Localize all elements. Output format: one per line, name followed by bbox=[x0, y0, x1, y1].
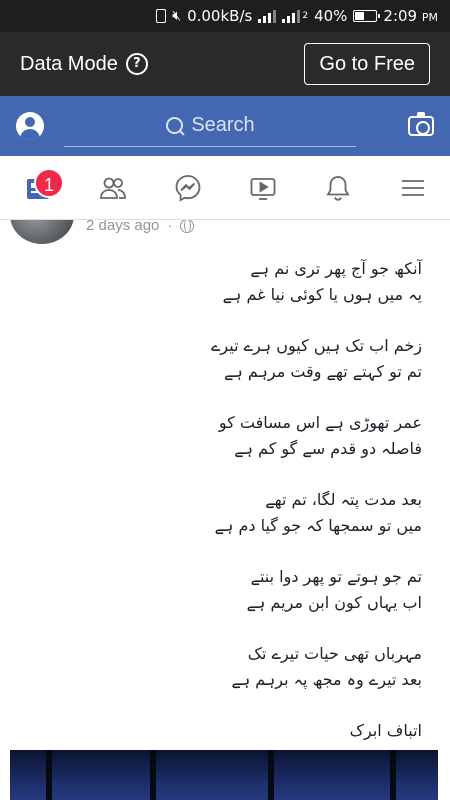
post-meta: 2 days ago · bbox=[86, 220, 195, 234]
search-icon bbox=[165, 116, 185, 136]
meta-separator: · bbox=[167, 220, 173, 234]
tab-friends[interactable] bbox=[75, 156, 150, 219]
search-bar: Search bbox=[0, 96, 450, 156]
network-speed: 0.00kB/s bbox=[187, 7, 253, 25]
battery-percent: 40% bbox=[314, 7, 348, 25]
poem-line: بعد مدت پتہ لگا، تم تھے bbox=[265, 490, 422, 509]
stanza: بعد مدت پتہ لگا، تم تھے میں تو سمجھا کہ … bbox=[211, 487, 422, 539]
poem-line: فاصلہ دو قدم سے گو کم ہے bbox=[234, 439, 422, 458]
watch-icon bbox=[250, 177, 275, 200]
clock: 2:09 PM bbox=[383, 7, 438, 25]
search-input[interactable]: Search bbox=[64, 105, 356, 147]
stanza: مہرباں تھی حیات تیرے تک بعد تیرے وہ مجھ … bbox=[211, 641, 422, 693]
tab-messenger[interactable] bbox=[150, 156, 225, 219]
poem-line: اب یہاں کون ابن مریم ہے bbox=[246, 593, 422, 612]
poem-line: بعد تیرے وہ مجھ پہ برہم ہے bbox=[231, 670, 422, 689]
search-placeholder: Search bbox=[191, 114, 255, 136]
stanza: آنکھ جو آج پھر تری نم ہے یہ میں ہوں یا ک… bbox=[211, 256, 422, 308]
mute-icon: 🔇︎ bbox=[172, 8, 182, 24]
status-bar: 🔇︎ 0.00kB/s 2 40% 2:09 PM bbox=[0, 0, 450, 32]
tab-watch[interactable] bbox=[225, 156, 300, 219]
tab-menu[interactable] bbox=[375, 156, 450, 219]
sim-label: 2 bbox=[302, 11, 309, 21]
signal-icon-2 bbox=[282, 9, 301, 23]
poem-line: آنکھ جو آج پھر تری نم ہے bbox=[250, 259, 422, 278]
nav-tabs: 1 bbox=[0, 156, 450, 220]
post: 2 days ago · آنکھ جو آج پھر تری نم ہے یہ… bbox=[0, 220, 450, 800]
friends-icon bbox=[99, 177, 126, 199]
post-image[interactable] bbox=[10, 750, 438, 800]
bell-icon bbox=[325, 175, 350, 201]
stanza: عمر تھوڑی ہے اس مسافت کو فاصلہ دو قدم سے… bbox=[211, 410, 422, 462]
poet-name: اتباف ابرک bbox=[349, 721, 422, 740]
post-author-avatar[interactable] bbox=[10, 220, 74, 244]
poem-line: یہ میں ہوں یا کوئی نیا غم ہے bbox=[222, 285, 422, 304]
data-mode-bar: Data Mode ? Go to Free bbox=[0, 32, 450, 96]
poem-line: تم جو ہوتے تو پھر دوا بنتے bbox=[250, 567, 422, 586]
data-mode-title: Data Mode bbox=[20, 52, 118, 75]
poem-line: مہرباں تھی حیات تیرے تک bbox=[247, 644, 422, 663]
battery-icon bbox=[353, 10, 381, 22]
post-timestamp[interactable]: 2 days ago bbox=[86, 220, 159, 234]
camera-icon[interactable] bbox=[408, 112, 434, 136]
vibrate-icon bbox=[156, 9, 167, 23]
menu-icon bbox=[401, 179, 424, 196]
profile-icon[interactable] bbox=[16, 112, 44, 140]
poem-text: آنکھ جو آج پھر تری نم ہے یہ میں ہوں یا ک… bbox=[211, 256, 422, 744]
poem-line: تم تو کہتے تھے وقت مرہم ہے bbox=[224, 362, 422, 381]
tab-notifications[interactable] bbox=[300, 156, 375, 219]
messenger-icon bbox=[175, 174, 200, 202]
go-to-free-button[interactable]: Go to Free bbox=[304, 43, 430, 85]
signal-icon bbox=[258, 9, 277, 23]
tab-news-feed[interactable]: 1 bbox=[0, 156, 75, 219]
poem-line: عمر تھوڑی ہے اس مسافت کو bbox=[218, 413, 422, 432]
help-icon[interactable]: ? bbox=[125, 53, 148, 75]
globe-icon bbox=[180, 220, 195, 233]
poem-line: میں تو سمجھا کہ جو گیا دم ہے bbox=[214, 516, 422, 535]
stanza: زخم اب تک ہیں کیوں ہرے تیرے تم تو کہتے ت… bbox=[211, 333, 422, 385]
poem-line: زخم اب تک ہیں کیوں ہرے تیرے bbox=[211, 336, 422, 355]
stanza: تم جو ہوتے تو پھر دوا بنتے اب یہاں کون ا… bbox=[211, 564, 422, 616]
notification-badge: 1 bbox=[34, 168, 64, 198]
